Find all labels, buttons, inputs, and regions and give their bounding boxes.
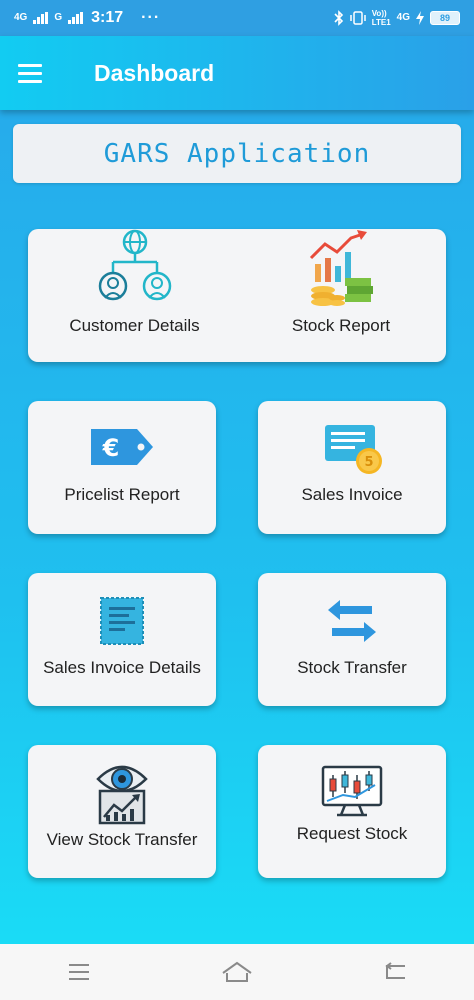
back-icon [385, 962, 405, 979]
app-bar: Dashboard [0, 36, 474, 110]
network-type-2: G [54, 12, 63, 23]
charging-icon [416, 11, 424, 25]
tile-stock-transfer[interactable]: Stock Transfer [258, 592, 446, 678]
invoice-coin-icon: 5 [312, 417, 392, 477]
menu-icon-line [18, 63, 42, 67]
menu-lines-icon [69, 964, 89, 980]
tile-label: Pricelist Report [64, 485, 180, 504]
battery-icon: 89 [430, 11, 460, 25]
tile-pricelist-report[interactable]: € Pricelist Report [28, 417, 216, 505]
tile-sales-invoice[interactable]: 5 Sales Invoice [258, 417, 446, 505]
transfer-arrows-icon [312, 592, 392, 650]
home-icon [222, 961, 252, 982]
tile-sales-invoice-details[interactable]: Sales Invoice Details [28, 592, 216, 678]
tile-label: Request Stock [296, 824, 408, 843]
network-type-1: 4G [14, 12, 28, 23]
stock-chart-icon [301, 228, 381, 308]
status-time: 3:17 [91, 9, 124, 26]
system-nav-bar [0, 944, 474, 1000]
tile-label: Customer Details [69, 316, 200, 335]
volte-lte: Vo)) LTE1 [372, 9, 391, 27]
tile-stock-report[interactable]: Stock Report [262, 228, 420, 336]
vibrate-icon [349, 11, 366, 25]
recent-apps-button[interactable] [59, 952, 99, 992]
signal-icon [33, 12, 49, 24]
customer-network-icon [95, 228, 175, 308]
tile-label: Sales Invoice [301, 485, 403, 504]
svg-text:€: € [102, 434, 120, 462]
status-bar: 4G G 3:17 ··· Vo)) LTE1 4G 89 [0, 0, 474, 36]
volte-label: Vo)) [371, 9, 387, 18]
euro-tag-icon: € [82, 417, 162, 477]
status-left: 4G G 3:17 ··· [14, 9, 160, 27]
invoice-document-icon [82, 592, 162, 650]
menu-icon-line [18, 79, 42, 83]
app-banner: GARS Application [13, 124, 461, 183]
tile-request-stock[interactable]: Request Stock [258, 760, 446, 844]
battery-level: 89 [439, 13, 450, 23]
lte-label: LTE1 [371, 18, 391, 27]
back-button[interactable] [375, 952, 415, 992]
tile-customer-details[interactable]: Customer Details [52, 228, 217, 336]
candlestick-monitor-icon [312, 760, 392, 820]
more-notifications-icon: ··· [141, 9, 161, 26]
page-title: Dashboard [94, 59, 215, 86]
status-right: Vo)) LTE1 4G 89 [334, 9, 460, 27]
menu-icon-line [18, 71, 42, 75]
tile-view-stock-transfer[interactable]: View Stock Transfer [28, 756, 216, 850]
app-name: GARS Application [103, 138, 371, 169]
home-button[interactable] [217, 952, 257, 992]
tile-label: Sales Invoice Details [43, 658, 201, 677]
eye-chart-icon [82, 756, 162, 826]
signal-icon-2 [68, 12, 84, 24]
network-type-3: 4G [396, 12, 410, 23]
bluetooth-icon [334, 10, 343, 26]
tile-label: Stock Report [291, 316, 391, 335]
menu-button[interactable] [18, 53, 58, 93]
svg-text:5: 5 [364, 455, 373, 470]
tile-label: View Stock Transfer [46, 830, 198, 849]
tile-label: Stock Transfer [297, 658, 407, 677]
